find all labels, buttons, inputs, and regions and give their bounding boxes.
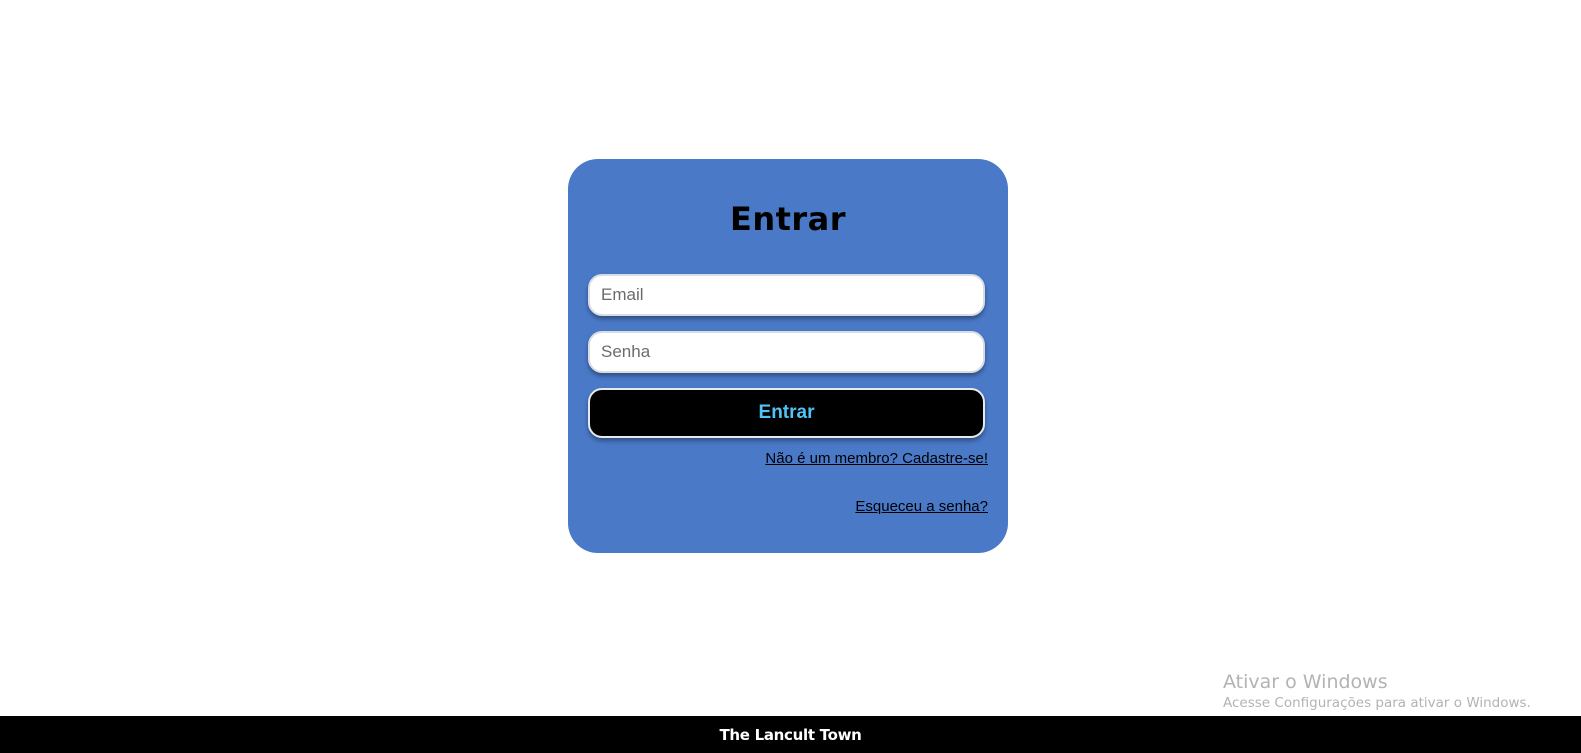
- signup-link[interactable]: Não é um membro? Cadastre-se!: [765, 450, 988, 467]
- windows-activation-watermark: Ativar o Windows Acesse Configurações pa…: [1223, 670, 1531, 712]
- email-input[interactable]: [588, 274, 985, 316]
- watermark-subtitle: Acesse Configurações para ativar o Windo…: [1223, 695, 1531, 711]
- login-button[interactable]: Entrar: [588, 388, 985, 438]
- watermark-title: Ativar o Windows: [1223, 671, 1388, 693]
- footer-brand-text: The Lancult Town: [719, 725, 862, 744]
- password-input[interactable]: [588, 331, 985, 373]
- footer: The Lancult Town: [0, 716, 1581, 753]
- forgot-password-link[interactable]: Esqueceu a senha?: [855, 498, 988, 515]
- login-card: Entrar Entrar Não é um membro? Cadastre-…: [568, 159, 1008, 553]
- login-title: Entrar: [729, 200, 847, 238]
